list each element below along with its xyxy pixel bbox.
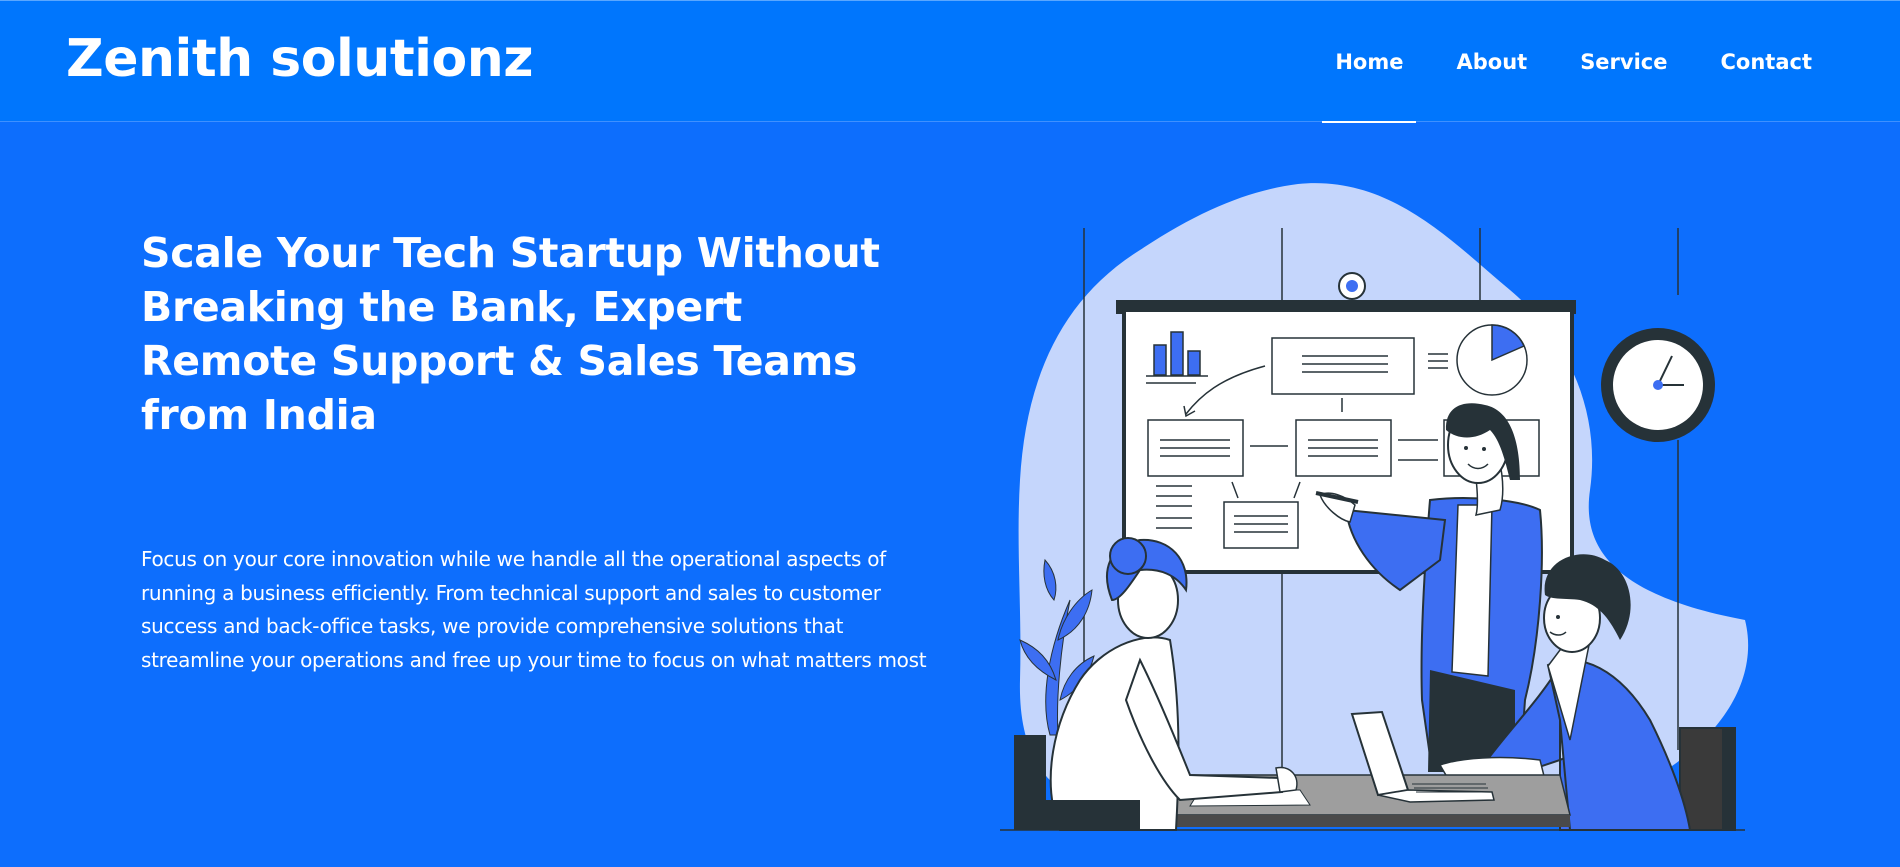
webcam-icon — [1338, 272, 1366, 300]
hero-title: Scale Your Tech Startup Without Breaking… — [141, 229, 880, 439]
nav-item-contact[interactable]: Contact — [1708, 1, 1826, 123]
nav-item-service[interactable]: Service — [1567, 1, 1680, 123]
nav-item-about[interactable]: About — [1443, 1, 1540, 123]
clock-icon — [1601, 328, 1715, 442]
presentation-meeting-illustration — [1000, 183, 1749, 831]
navbar: Zenith solutionz Home About Service Cont… — [0, 0, 1900, 123]
nav-item-home[interactable]: Home — [1322, 1, 1417, 123]
hero-description: Focus on your core innovation while we h… — [141, 547, 927, 672]
brand-logo[interactable]: Zenith solutionz — [66, 29, 534, 89]
main-nav: Home About Service Contact — [1295, 1, 1825, 123]
